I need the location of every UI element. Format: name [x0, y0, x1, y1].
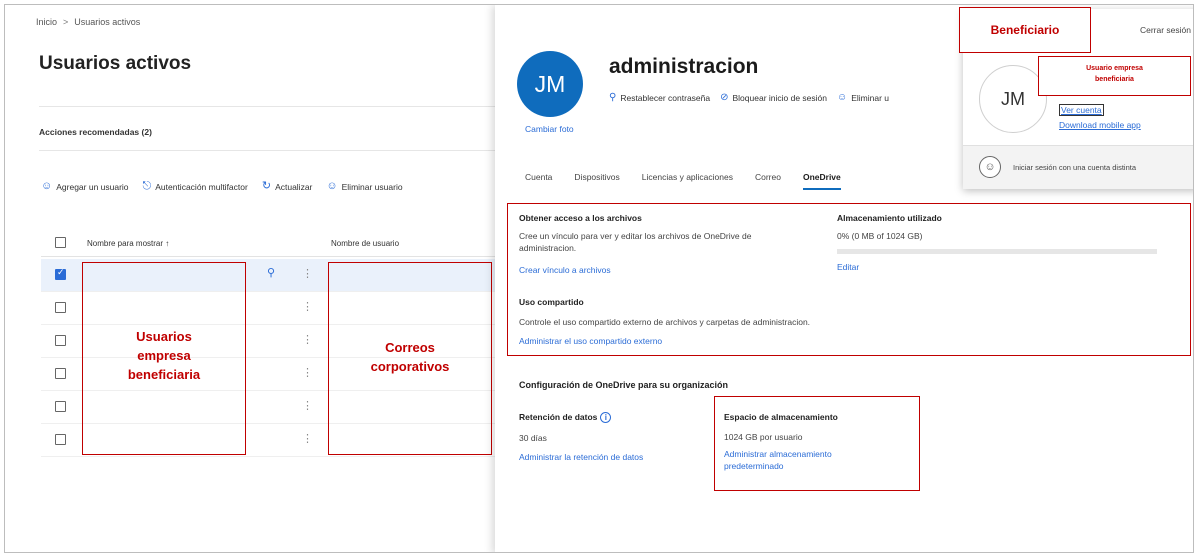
account-avatar: JM: [979, 65, 1047, 133]
breadcrumb: Inicio > Usuarios activos: [36, 17, 140, 27]
other-account-label: Iniciar sesión con una cuenta distinta: [1013, 163, 1136, 172]
change-photo-link[interactable]: Cambiar foto: [525, 124, 574, 134]
annotation-line: Correos: [385, 340, 435, 355]
info-icon[interactable]: i: [600, 412, 612, 423]
download-app-link[interactable]: Download mobile app: [1059, 120, 1141, 130]
person-delete-icon: ☺: [837, 92, 848, 103]
row-checkbox[interactable]: [55, 434, 66, 445]
more-options-icon[interactable]: ⋮: [302, 399, 313, 412]
person-icon: ☺: [979, 156, 1001, 178]
refresh-button[interactable]: ↻ Actualizar: [262, 181, 313, 192]
row-checkbox[interactable]: [55, 335, 66, 346]
block-icon: ⊘: [720, 92, 729, 103]
mfa-label: Autenticación multifactor: [155, 181, 248, 192]
select-all-checkbox[interactable]: [55, 237, 66, 248]
row-checkbox[interactable]: [55, 401, 66, 412]
block-signin-button[interactable]: ⊘ Bloquear inicio de sesión: [720, 92, 828, 104]
user-tabs: Cuenta Dispositivos Licencias y aplicaci…: [525, 172, 841, 190]
divider: [39, 106, 495, 107]
storage-annotation-box: [714, 396, 920, 491]
annotation-line: beneficiaria: [1095, 76, 1134, 83]
onedrive-annotation-box: [507, 203, 1191, 356]
block-signin-label: Bloquear inicio de sesión: [732, 93, 828, 103]
person-delete-icon: ☺: [326, 180, 338, 192]
divider: [39, 150, 495, 151]
tab-onedrive[interactable]: OneDrive: [802, 172, 841, 190]
more-options-icon[interactable]: ⋮: [302, 432, 313, 445]
refresh-icon: ↻: [261, 180, 272, 192]
annotation-line: Usuario empresa: [1086, 65, 1143, 72]
delete-user-panel-label: Eliminar u: [851, 93, 890, 103]
delete-user-panel-button[interactable]: ☺ Eliminar u: [837, 92, 890, 104]
retention-value: 30 días: [519, 433, 547, 443]
org-settings-heading: Configuración de OneDrive para su organi…: [519, 380, 729, 390]
other-account-row[interactable]: ☺ Iniciar sesión con una cuenta distinta: [963, 145, 1193, 189]
sign-out-link[interactable]: Cerrar sesión: [1140, 25, 1191, 35]
column-username[interactable]: Nombre de usuario: [331, 239, 399, 248]
manage-retention-link[interactable]: Administrar la retención de datos: [519, 451, 643, 463]
beneficiary-annotation-label: Beneficiario: [990, 23, 1060, 37]
tab-licenses[interactable]: Licencias y aplicaciones: [642, 172, 733, 182]
reset-password-label: Restablecer contraseña: [620, 93, 711, 103]
lock-icon: ⎋: [142, 180, 152, 192]
row-checkbox[interactable]: [55, 302, 66, 313]
key-icon: ⚲: [609, 92, 617, 103]
users-grid-header: Nombre para mostrar ↑ Nombre de usuario: [41, 233, 495, 257]
more-options-icon[interactable]: ⋮: [302, 300, 313, 313]
delete-user-button[interactable]: ☺ Eliminar usuario: [326, 181, 402, 192]
breadcrumb-current: Usuarios activos: [74, 17, 141, 27]
tab-mail[interactable]: Correo: [755, 172, 781, 182]
annotation-line: Usuarios: [136, 329, 192, 344]
more-options-icon[interactable]: ⋮: [302, 267, 313, 280]
add-user-label: Agregar un usuario: [56, 181, 129, 192]
search-icon[interactable]: ⚲: [267, 266, 275, 279]
retention-label: Retención de datos i: [519, 412, 612, 423]
tab-devices[interactable]: Dispositivos: [574, 172, 619, 182]
annotation-line: corporativos: [370, 359, 450, 374]
delete-user-label: Eliminar usuario: [341, 181, 403, 192]
add-user-button[interactable]: ☺ Agregar un usuario: [41, 181, 129, 192]
view-account-link[interactable]: Ver cuenta: [1059, 104, 1104, 116]
more-options-icon[interactable]: ⋮: [302, 366, 313, 379]
more-options-icon[interactable]: ⋮: [302, 333, 313, 346]
user-display-name: administracion: [609, 55, 759, 78]
reset-password-button[interactable]: ⚲ Restablecer contraseña: [609, 92, 711, 104]
annotation-line: empresa: [137, 348, 191, 363]
column-display-name[interactable]: Nombre para mostrar ↑: [87, 239, 169, 248]
row-checkbox[interactable]: [55, 368, 66, 379]
retention-label-text: Retención de datos: [519, 412, 598, 422]
users-toolbar: ☺ Agregar un usuario ⎋ Autenticación mul…: [41, 181, 403, 192]
mfa-button[interactable]: ⎋ Autenticación multifactor: [143, 181, 248, 192]
annotation-line: beneficiaria: [127, 367, 201, 382]
tab-account[interactable]: Cuenta: [525, 172, 552, 182]
page-title: Usuarios activos: [39, 53, 192, 74]
person-add-icon: ☺: [41, 180, 53, 192]
breadcrumb-home[interactable]: Inicio: [36, 17, 57, 27]
breadcrumb-separator: >: [63, 17, 69, 27]
screenshot-frame: Inicio > Usuarios activos Usuarios activ…: [4, 4, 1194, 553]
row-checkbox[interactable]: [55, 267, 66, 280]
user-actions-bar: ⚲ Restablecer contraseña ⊘ Bloquear inic…: [609, 92, 890, 104]
refresh-label: Actualizar: [275, 181, 313, 192]
popup-user-annotation-label: Usuario empresa beneficiaria: [1038, 63, 1191, 85]
users-annotation-label: Usuarios empresa beneficiaria: [82, 327, 246, 384]
user-avatar: JM: [517, 51, 583, 117]
recommended-actions[interactable]: Acciones recomendadas (2): [39, 127, 152, 137]
active-users-page: Inicio > Usuarios activos Usuarios activ…: [5, 5, 495, 552]
emails-annotation-label: Correos corporativos: [328, 338, 492, 376]
